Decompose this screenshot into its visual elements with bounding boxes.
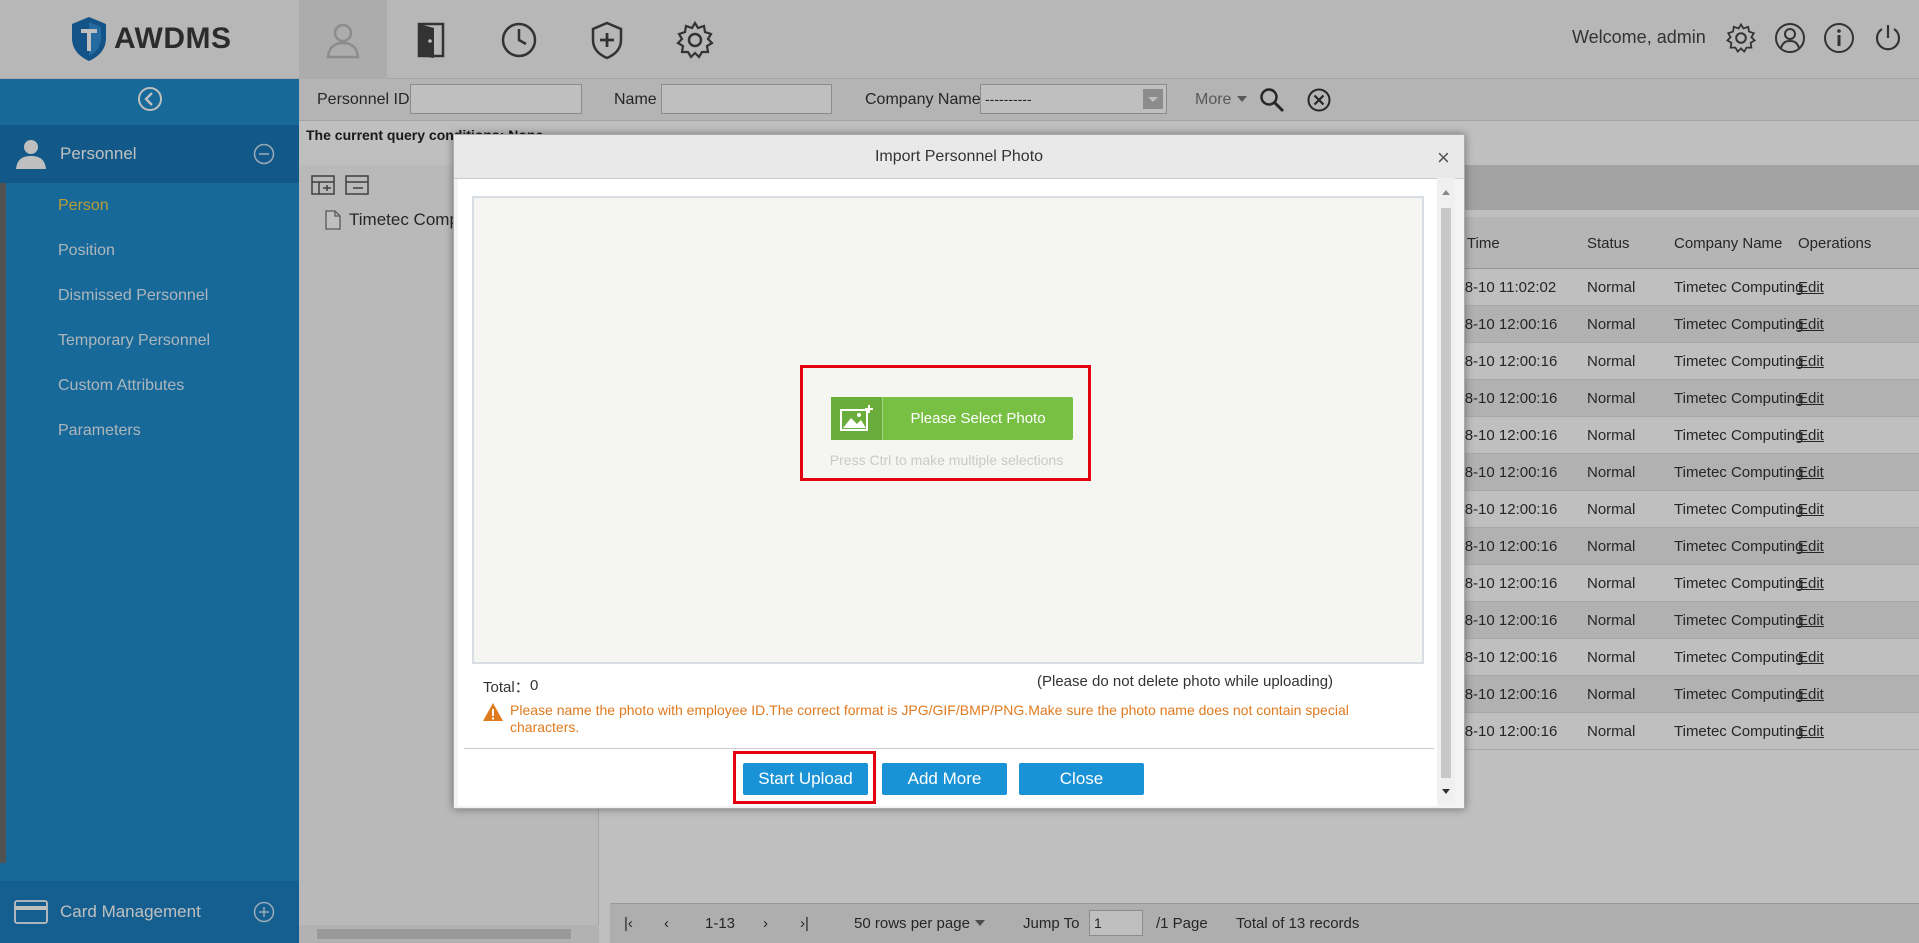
image-add-icon xyxy=(831,397,883,440)
warning-icon xyxy=(483,703,503,721)
naming-notice-text: Please name the photo with employee ID.T… xyxy=(510,702,1349,735)
dialog-title-bar: Import Personnel Photo × xyxy=(454,135,1464,179)
total-value: 0 xyxy=(530,677,539,694)
multi-select-hint: Press Ctrl to make multiple selections xyxy=(829,452,1064,468)
add-more-button[interactable]: Add More xyxy=(882,763,1007,795)
dialog-title: Import Personnel Photo xyxy=(874,148,1044,165)
dialog-close-button[interactable]: Close xyxy=(1019,763,1144,795)
scrollbar-thumb[interactable] xyxy=(1441,208,1451,778)
select-photo-button[interactable]: Please Select Photo xyxy=(831,397,1073,440)
scroll-down-icon[interactable] xyxy=(1441,788,1451,796)
dialog-close-icon[interactable]: × xyxy=(1437,145,1450,171)
total-label: Total： xyxy=(483,679,530,696)
scroll-up-icon[interactable] xyxy=(1441,188,1451,196)
upload-warning: (Please do not delete photo while upload… xyxy=(1037,673,1334,690)
dialog-scrollbar[interactable] xyxy=(1437,178,1455,804)
select-photo-label: Please Select Photo xyxy=(910,410,1046,427)
dialog-divider xyxy=(464,748,1434,749)
start-upload-button[interactable]: Start Upload xyxy=(743,763,868,795)
naming-notice: Please name the photo with employee ID.T… xyxy=(482,702,1412,736)
image-plus-icon xyxy=(839,404,873,431)
